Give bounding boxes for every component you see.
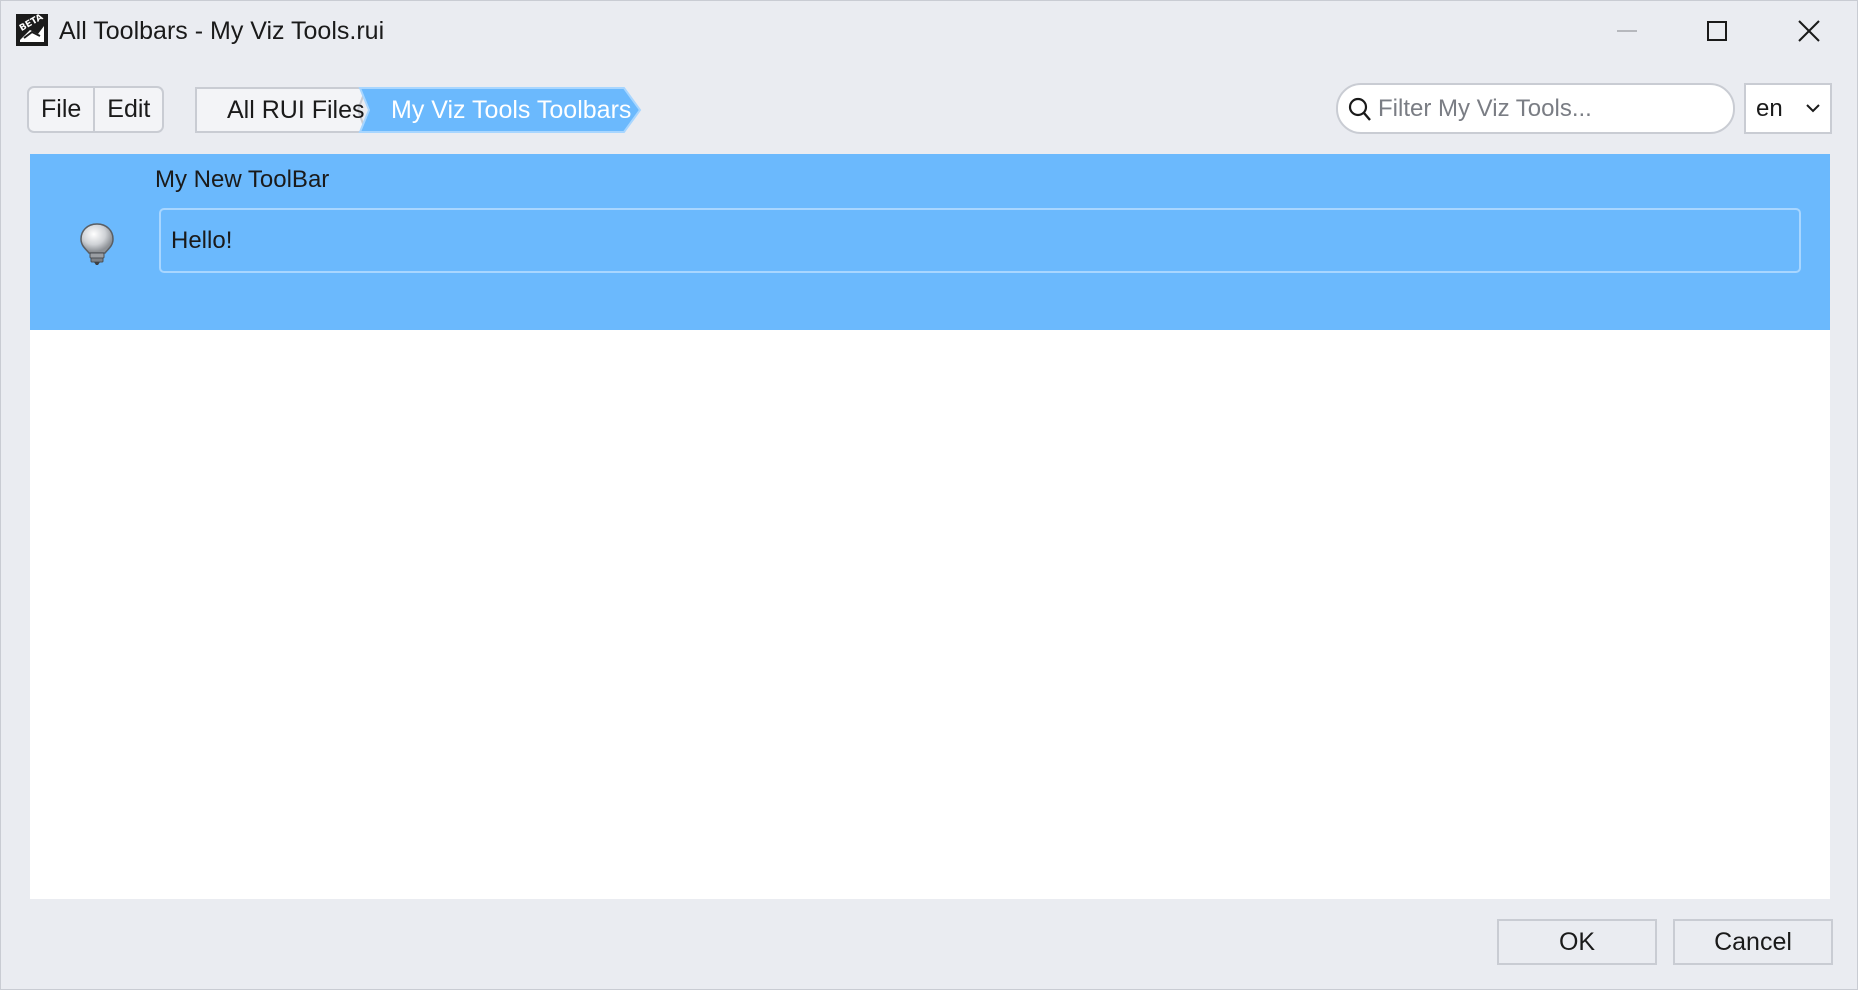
breadcrumb-item-my-viz-tools-toolbars[interactable]: My Viz Tools Toolbars xyxy=(391,86,631,134)
language-select[interactable]: en xyxy=(1744,83,1832,134)
menu-button-group: File Edit xyxy=(27,86,165,133)
maximize-button[interactable] xyxy=(1671,1,1763,61)
toolbar-name: My New ToolBar xyxy=(155,166,330,193)
minimize-icon xyxy=(1617,30,1637,32)
close-button[interactable] xyxy=(1763,1,1855,61)
dialog-window: BETA All Toolbars - My Viz Tools.rui Fil… xyxy=(0,0,1858,990)
window-title: All Toolbars - My Viz Tools.rui xyxy=(59,17,385,45)
minimize-button[interactable] xyxy=(1581,1,1673,61)
file-menu-button[interactable]: File xyxy=(29,88,93,131)
chevron-down-icon xyxy=(1806,104,1820,113)
cancel-button[interactable]: Cancel xyxy=(1673,919,1833,965)
title-bar[interactable]: BETA All Toolbars - My Viz Tools.rui xyxy=(1,1,1857,61)
app-icon: BETA xyxy=(16,12,48,46)
toolbar-value-field[interactable] xyxy=(159,208,1801,273)
search-box xyxy=(1336,83,1735,134)
toolbar-row[interactable]: My New ToolBar xyxy=(30,154,1830,330)
breadcrumb-item-all-rui-files[interactable]: All RUI Files xyxy=(227,86,365,134)
filter-input[interactable] xyxy=(1378,91,1723,127)
close-icon xyxy=(1798,20,1820,42)
search-icon xyxy=(1348,97,1371,121)
ok-button[interactable]: OK xyxy=(1497,919,1657,965)
lightbulb-icon xyxy=(80,223,114,265)
toolbar-list: My New ToolBar xyxy=(30,154,1830,899)
language-selected-value: en xyxy=(1756,95,1783,122)
maximize-icon xyxy=(1707,21,1727,41)
edit-menu-button[interactable]: Edit xyxy=(93,88,162,131)
